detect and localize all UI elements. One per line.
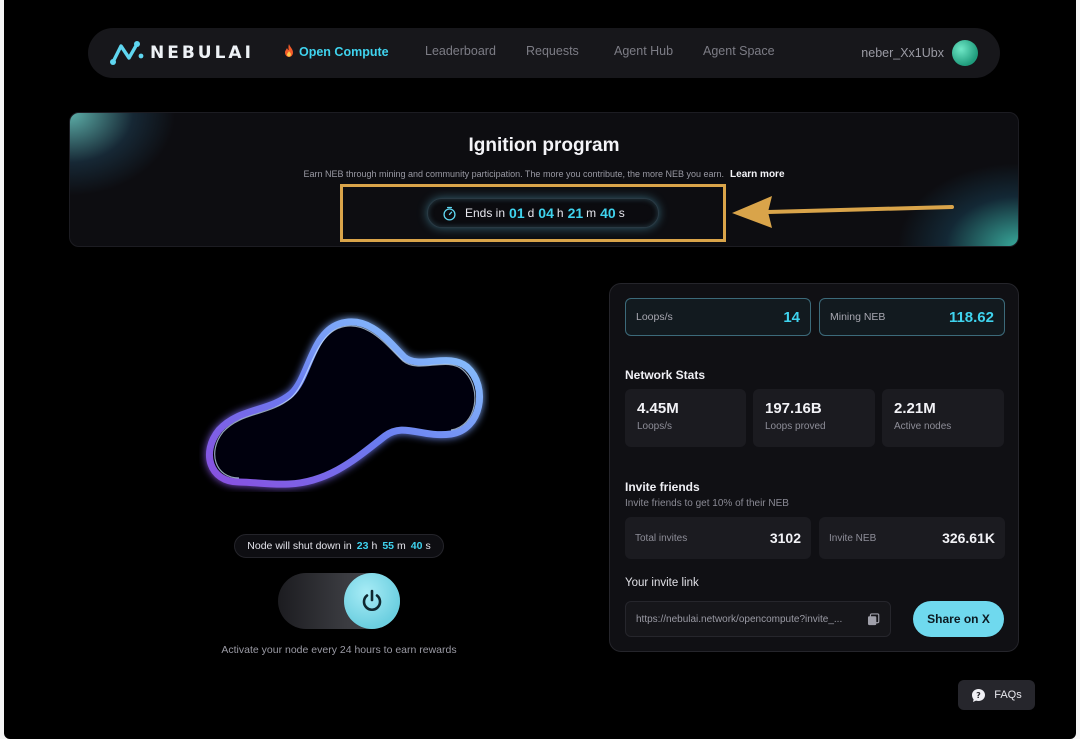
invite-link-title: Your invite link	[625, 577, 699, 589]
node-shutdown-timer: Node will shut down in 23 h 55 m 40 s	[234, 534, 444, 558]
network-stats-title: Network Stats	[625, 368, 706, 382]
activate-hint: Activate your node every 24 hours to ear…	[221, 644, 457, 656]
invite-neb-value: 326.61K	[942, 530, 995, 546]
invite-link-url: https://nebulai.network/opencompute?invi…	[636, 613, 843, 625]
banner-description: Earn NEB through mining and community pa…	[303, 169, 785, 180]
logo[interactable]: NEBULAI	[110, 40, 254, 66]
shutdown-hours: 23	[356, 540, 369, 552]
power-icon	[362, 589, 382, 611]
mining-neb-box: Mining NEB 118.62	[819, 298, 1005, 336]
banner-title: Ignition program	[468, 135, 620, 156]
question-icon: ?	[972, 688, 986, 702]
learn-more-link[interactable]: Learn more	[730, 169, 784, 180]
loops-per-second-box: Loops/s 14	[625, 298, 811, 336]
loops-per-second-value: 14	[783, 308, 800, 326]
app-frame: NEBULAI Open Compute Leaderboard Request…	[4, 0, 1076, 739]
nav-leaderboard[interactable]: Leaderboard	[425, 44, 496, 58]
node-blob-illustration	[206, 318, 483, 488]
invite-friends-title: Invite friends	[625, 480, 700, 494]
brand-name: NEBULAI	[150, 43, 254, 63]
network-card-loops-proved: 197.16B Loops proved	[753, 389, 875, 447]
copy-icon[interactable]	[867, 612, 880, 626]
mining-neb-value: 118.62	[948, 308, 994, 326]
user-menu[interactable]: neber_Xx1Ubx	[861, 40, 978, 66]
nebulai-logo-icon	[110, 41, 144, 65]
network-card-loops: 4.45M Loops/s	[625, 389, 746, 447]
nav-requests[interactable]: Requests	[526, 44, 579, 58]
total-invites-value: 3102	[769, 530, 801, 546]
power-knob[interactable]	[344, 573, 400, 629]
username: neber_Xx1Ubx	[861, 46, 944, 60]
shutdown-minutes: 55	[382, 540, 394, 552]
nav-agent-hub[interactable]: Agent Hub	[614, 44, 673, 58]
share-on-x-button[interactable]: Share on X	[913, 601, 1004, 637]
invite-neb-card: Invite NEB 326.61K	[819, 517, 1005, 559]
annotation-highlight-box	[340, 184, 726, 242]
fire-icon	[285, 44, 293, 57]
svg-text:?: ?	[976, 691, 981, 700]
top-nav: NEBULAI Open Compute Leaderboard Request…	[88, 28, 1000, 78]
annotation-arrow-icon	[732, 196, 954, 228]
node-power-toggle[interactable]	[278, 573, 400, 629]
faq-button[interactable]: ? FAQs	[958, 680, 1035, 710]
network-card-active-nodes: 2.21M Active nodes	[882, 389, 1004, 447]
invite-link-field[interactable]: https://nebulai.network/opencompute?invi…	[625, 601, 891, 637]
invite-friends-subtitle: Invite friends to get 10% of their NEB	[625, 498, 789, 509]
nav-open-compute[interactable]: Open Compute	[284, 44, 389, 59]
total-invites-card: Total invites 3102	[625, 517, 811, 559]
shutdown-seconds: 40	[410, 540, 423, 552]
nav-agent-space[interactable]: Agent Space	[703, 44, 775, 58]
avatar	[952, 40, 978, 66]
stats-panel: Loops/s 14 Mining NEB 118.62 Network Sta…	[609, 283, 1019, 652]
